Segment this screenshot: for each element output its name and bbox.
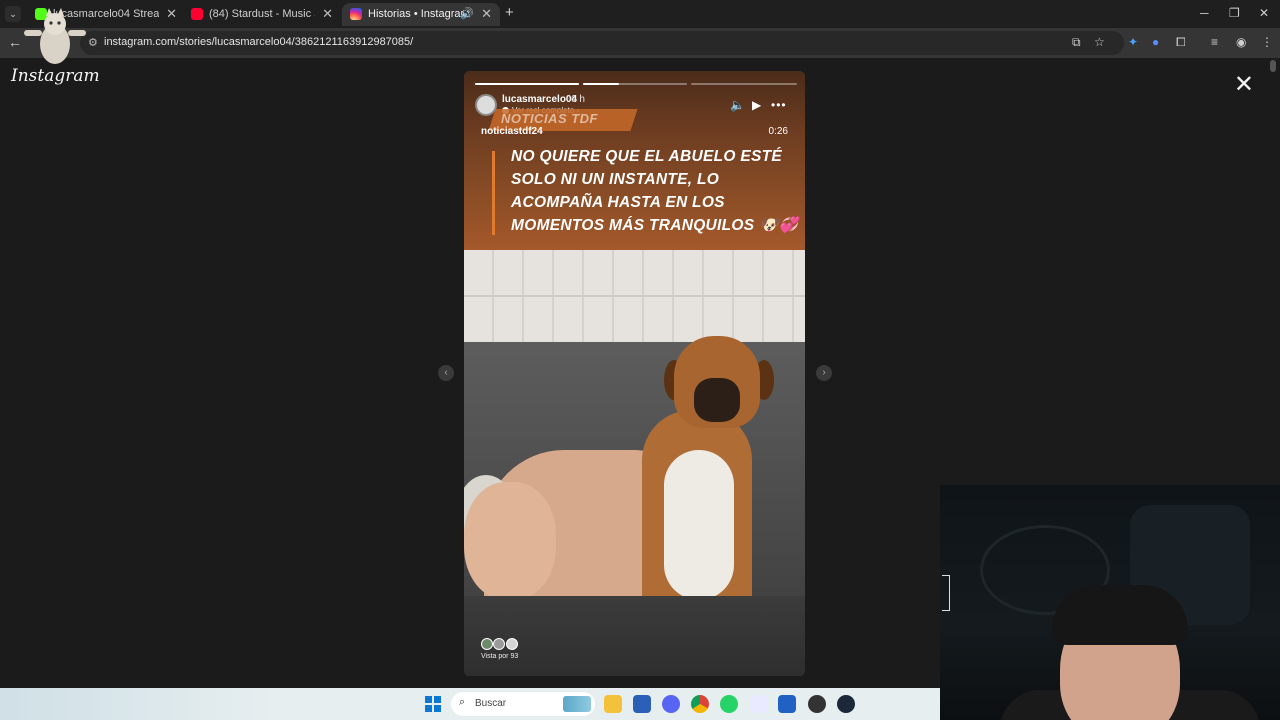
cat-sticker-icon — [24, 8, 86, 64]
blanket — [464, 596, 805, 676]
viewer-avatar — [505, 638, 518, 650]
microphone-arm — [942, 575, 950, 611]
taskbar-search-box[interactable]: ⌕ Buscar — [451, 692, 595, 716]
previous-story-chevron-icon[interactable]: ‹ — [438, 365, 454, 381]
tab-instagram-stories[interactable]: Historias • Instagram 🔊 ✕ — [342, 3, 500, 26]
bookmark-star-icon[interactable]: ☆ — [1094, 35, 1105, 49]
microsoft-store-icon[interactable] — [778, 695, 796, 713]
install-app-icon[interactable]: ⧉ — [1072, 35, 1081, 50]
progress-fill — [475, 83, 579, 85]
story-progress-bars — [475, 83, 797, 85]
story-photo — [464, 250, 805, 676]
url-text[interactable]: instagram.com/stories/lucasmarcelo04/386… — [104, 36, 413, 48]
page-scrollbar[interactable] — [1270, 60, 1276, 72]
webcam-overlay — [940, 485, 1280, 720]
source-handle: noticiastdf24 — [481, 126, 543, 137]
volume-icon[interactable]: 🔈 — [730, 98, 745, 112]
tab-title: Historias • Instagram — [368, 8, 470, 20]
back-arrow-icon[interactable]: ← — [8, 34, 22, 50]
youtube-favicon-icon — [191, 8, 203, 20]
dog-chest — [664, 450, 734, 600]
wall-line — [464, 295, 805, 297]
reading-list-icon[interactable]: ≡ — [1211, 35, 1218, 49]
chrome-icon[interactable] — [691, 695, 709, 713]
restore-icon[interactable]: ❐ — [1229, 6, 1240, 20]
notepad-icon[interactable] — [633, 695, 651, 713]
extensions-puzzle-icon[interactable]: ⧠ — [1176, 35, 1186, 50]
progress-segment — [583, 83, 687, 85]
tab-close-icon[interactable]: ✕ — [322, 6, 333, 22]
tab-youtube-music[interactable]: (84) Stardust - Music Sounds Be ✕ — [183, 3, 341, 26]
headline-accent-bar — [492, 151, 495, 235]
news-banner-text: NOTICIAS TDF — [501, 111, 598, 126]
tab-title: (84) Stardust - Music Sounds Be — [209, 8, 315, 20]
story-headline: NO QUIERE QUE EL ABUELO ESTÉ SOLO NI UN … — [511, 148, 799, 234]
viewer-count[interactable]: Vista por 93 — [481, 653, 518, 660]
progress-segment — [691, 83, 797, 85]
extension-icon[interactable]: ● — [1152, 35, 1159, 49]
discord-icon[interactable] — [662, 695, 680, 713]
video-duration: 0:26 — [768, 126, 788, 137]
story-header-area: lucasmarcelo04 6 h Ver reel completo › 🔈… — [464, 71, 805, 250]
whatsapp-icon[interactable] — [720, 695, 738, 713]
viewer-avatar — [493, 638, 506, 650]
close-story-viewer-icon[interactable]: ✕ — [1234, 70, 1254, 99]
profile-avatar-icon[interactable]: ◉ — [1236, 35, 1246, 49]
search-icon: ⌕ — [459, 696, 466, 708]
obs-icon[interactable] — [808, 695, 826, 713]
minimize-icon[interactable]: ─ — [1200, 6, 1209, 20]
windows-start-icon[interactable] — [425, 696, 441, 712]
new-tab-button[interactable]: + — [505, 4, 514, 21]
dog-muzzle — [694, 378, 740, 422]
search-highlight-image — [563, 696, 591, 712]
instagram-favicon-icon — [350, 8, 362, 20]
browser-tab-strip: ⌄ lucasmarcelo04 Stream - Watch ✕ (84) S… — [0, 0, 1280, 28]
tab-search-chevron-icon[interactable]: ⌄ — [5, 6, 21, 22]
streamer-hair — [1052, 585, 1188, 645]
file-explorer-icon[interactable] — [604, 695, 622, 713]
speaker-icon[interactable]: 🔊 — [460, 7, 474, 20]
tab-close-icon[interactable]: ✕ — [166, 6, 177, 22]
windows-taskbar: ⌕ Buscar — [0, 688, 940, 720]
story-username[interactable]: lucasmarcelo04 — [502, 94, 577, 105]
story-card[interactable]: lucasmarcelo04 6 h Ver reel completo › 🔈… — [464, 71, 805, 676]
taskbar-search-label: Buscar — [475, 698, 507, 709]
translate-extension-icon[interactable]: ✦ — [1128, 35, 1138, 49]
obsidian-icon[interactable] — [749, 695, 767, 713]
site-info-icon[interactable]: ⚙ — [88, 36, 98, 49]
story-time-ago: 6 h — [571, 94, 585, 105]
progress-fill — [583, 83, 620, 85]
address-bar[interactable]: ⚙ instagram.com/stories/lucasmarcelo04/3… — [80, 31, 1124, 55]
play-icon[interactable]: ▶ — [752, 98, 761, 112]
steam-icon[interactable] — [837, 695, 855, 713]
browser-toolbar: ← ⚙ instagram.com/stories/lucasmarcelo04… — [0, 28, 1280, 58]
tab-close-icon[interactable]: ✕ — [481, 6, 492, 22]
viewer-avatar — [481, 638, 493, 650]
more-options-icon[interactable]: ••• — [771, 98, 787, 112]
browser-menu-icon[interactable]: ⋮ — [1261, 35, 1273, 49]
man-head — [464, 482, 556, 600]
next-story-chevron-icon[interactable]: › — [816, 365, 832, 381]
close-window-icon[interactable]: ✕ — [1259, 6, 1269, 20]
progress-segment — [475, 83, 579, 85]
